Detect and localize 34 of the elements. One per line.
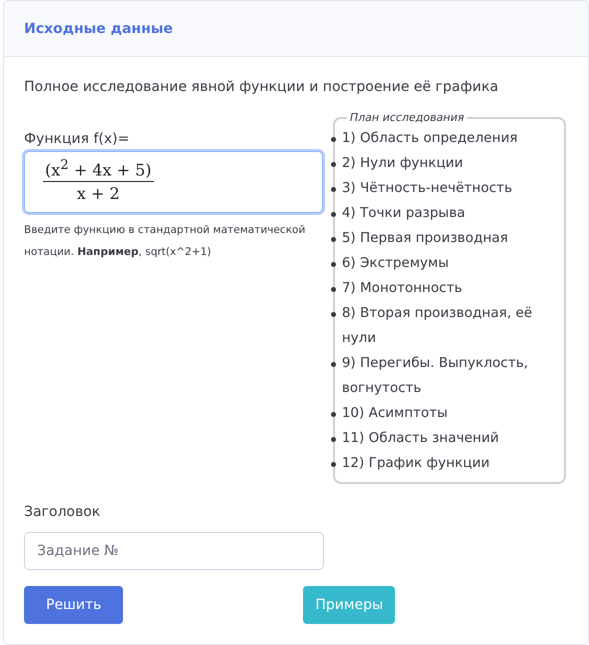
bullet-icon <box>330 462 336 467</box>
plan-item: 8) Вторая производная, её нули <box>342 304 534 348</box>
solve-button[interactable]: Решить <box>24 586 124 624</box>
card-title: Исходные данные <box>24 20 173 36</box>
bullet-icon <box>330 262 336 267</box>
function-label: Функция f(x)= <box>24 131 130 147</box>
plan-legend: План исследования <box>346 111 468 124</box>
bullet-icon <box>330 437 336 442</box>
plan-item: 5) Первая производная <box>342 229 508 248</box>
plan-item: 4) Точки разрыва <box>342 204 466 223</box>
bullet-icon <box>330 187 336 192</box>
bullet-icon <box>330 362 336 367</box>
bullet-icon <box>330 412 336 417</box>
bullet-icon <box>330 137 336 142</box>
plan-item: 6) Экстремумы <box>342 254 449 273</box>
plan-item: 12) График функции <box>342 454 490 473</box>
plan-item: 10) Асимптоты <box>342 404 448 423</box>
bullet-icon <box>330 287 336 292</box>
title-input-field[interactable]: Задание № <box>24 532 324 570</box>
hint-text: Введите функцию в стандартной математической нотации. Например, sqrt(x^2+1) <box>24 223 306 260</box>
bullet-icon <box>330 237 336 242</box>
plan-item: 1) Область определения <box>342 129 518 148</box>
plan-item: 3) Чётность-нечётность <box>342 179 512 198</box>
plan-item: 7) Монотонность <box>342 279 462 298</box>
function-input-field[interactable]: (x$^{2}$ + 4x + 5) x + 2 <box>24 151 323 213</box>
plan-item: 2) Нули функции <box>342 154 464 173</box>
plan-item: 9) Перегибы. Выпуклость, вогнутость <box>342 354 530 398</box>
bullet-icon <box>330 212 336 217</box>
bullet-icon <box>330 312 336 317</box>
plan-item: 11) Область значений <box>342 429 499 448</box>
description: Полное исследование явной функции и построение её графика <box>24 79 500 95</box>
examples-button[interactable]: Примеры <box>303 586 396 624</box>
bullet-icon <box>330 162 336 167</box>
title-label: Заголовок <box>24 504 102 520</box>
